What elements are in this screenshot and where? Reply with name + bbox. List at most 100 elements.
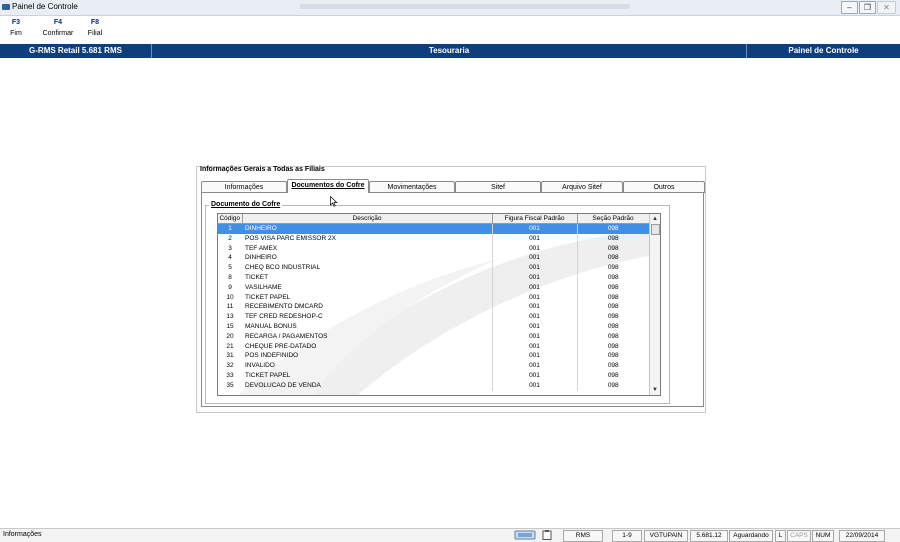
column-header-descricao[interactable]: Descrição [242,214,493,224]
tab-strip: Informações Documentos do Cofre Moviment… [201,179,705,193]
cell-secao: 098 [576,223,649,234]
table-row[interactable]: 2 POS VISA PARC EMISSOR 2X 001 098 [218,233,649,244]
cell-codigo: 35 [226,381,234,389]
cell-secao: 098 [576,233,649,244]
table-row[interactable]: 9 VASILHAME 001 098 [218,282,649,293]
cell-descricao: DEVOLUCAO DE VENDA [245,381,321,389]
cell-descricao: POS VISA PARC EMISSOR 2X [245,234,336,242]
cell-figura-fiscal: 001 [491,341,577,352]
window-title: Painel de Controle [12,2,78,11]
cell-descricao: CHEQ BCO INDUSTRIAL [245,264,321,272]
cell-descricao: CHEQUE PRE-DATADO [245,342,317,350]
cell-codigo: 8 [228,273,232,281]
cell-descricao: MANUAL BONUS [245,322,297,330]
cell-secao: 098 [576,243,649,254]
cell-secao: 098 [576,321,649,332]
table-row[interactable]: 35 DEVOLUCAO DE VENDA 001 098 [218,380,649,391]
cell-secao: 098 [576,361,649,371]
cell-secao: 098 [576,351,649,362]
table-row[interactable]: 1 DINHEIRO 001 098 [218,223,649,234]
table-row[interactable]: 33 TICKET PAPEL 001 098 [218,370,649,381]
cell-codigo: 2 [228,234,232,242]
status-program: VGTUPAIN [644,530,688,542]
group-title: Documento do Cofre [209,201,283,208]
clipboard-icon [542,530,552,540]
fkey-code: F8 [90,19,100,26]
app-icon [2,4,10,10]
fkey-code: F4 [53,19,63,26]
fkey-filial[interactable]: F8 Filial [84,17,106,39]
cell-codigo: 31 [226,352,234,360]
header-module: Tesouraria [428,46,470,55]
cell-descricao: RECARGA / PAGAMENTOS [245,332,328,340]
table-row[interactable]: 3 TEF AMEX 001 098 [218,243,649,254]
scroll-down-icon[interactable]: ▼ [650,386,660,394]
column-header-secao[interactable]: Seção Padrão [577,214,650,224]
table-row[interactable]: 4 DINHEIRO 001 098 [218,253,649,264]
table-row[interactable]: 21 CHEQUE PRE-DATADO 001 098 [218,341,649,352]
cell-descricao: DINHEIRO [242,223,492,234]
table-row[interactable]: 20 RECARGA / PAGAMENTOS 001 098 [218,331,649,342]
status-date: 22/09/2014 [839,530,885,542]
cell-codigo: 10 [226,293,234,301]
cell-secao: 098 [576,292,649,303]
table-row[interactable]: 5 CHEQ BCO INDUSTRIAL 001 098 [218,263,649,273]
status-message: Informações [3,531,42,538]
table-row[interactable]: 32 INVALIDO 001 098 [218,361,649,371]
table-row[interactable]: 11 RECEBIMENTO DMCARD 001 098 [218,302,649,313]
table-row[interactable]: 10 TICKET PAPEL 001 098 [218,292,649,303]
cell-secao: 098 [576,380,649,391]
cell-figura-fiscal: 001 [491,233,577,244]
status-l: L [775,530,786,542]
cell-codigo: 33 [226,371,234,379]
title-bar: Painel de Controle – ❐ ✕ [0,0,900,16]
scroll-up-icon[interactable]: ▲ [650,215,660,223]
cell-codigo: 20 [226,332,234,340]
documents-table: Código Descrição Figura Fiscal Padrão Se… [218,214,650,391]
cell-codigo: 21 [226,342,234,350]
fkey-confirmar[interactable]: F4 Confirmar [36,17,80,39]
network-icon [514,530,536,540]
status-caps: CAPS [787,530,811,542]
cell-figura-fiscal: 001 [491,351,577,362]
column-header-figura-fiscal[interactable]: Figura Fiscal Padrão [492,214,578,224]
function-key-bar: F3 Fim F4 Confirmar F8 Filial [0,17,900,42]
cell-codigo: 11 [226,303,234,311]
cell-codigo: 4 [228,254,232,262]
documents-grid[interactable]: Código Descrição Figura Fiscal Padrão Se… [217,213,661,396]
cell-descricao: TICKET [245,273,269,281]
header-screen: Painel de Controle [788,46,859,55]
fkey-label: Filial [87,30,103,37]
restore-button[interactable]: ❐ [859,1,876,14]
scroll-thumb[interactable] [651,224,660,235]
cell-figura-fiscal: 001 [491,380,577,391]
fkey-label: Confirmar [42,30,74,37]
cell-secao: 098 [576,253,649,264]
cell-figura-fiscal: 001 [491,243,577,254]
cell-figura-fiscal: 001 [491,321,577,332]
panel-title: Informações Gerais a Todas as Filiais [200,166,325,173]
cell-figura-fiscal: 001 [491,331,577,342]
status-version: 5.681.12 [690,530,728,542]
mouse-pointer-icon [330,196,338,207]
cell-secao: 098 [576,272,649,283]
table-row[interactable]: 8 TICKET 001 098 [218,272,649,283]
cell-figura-fiscal: 001 [491,361,577,371]
cell-descricao: TEF AMEX [245,244,278,252]
header-app-version: G-RMS Retail 5.681 RMS [29,46,122,55]
minimize-button[interactable]: – [841,1,858,14]
title-bar-blurred-text [300,4,630,9]
fkey-fim[interactable]: F3 Fim [4,17,28,39]
close-button[interactable]: ✕ [877,1,896,14]
tab-documentos-do-cofre[interactable]: Documentos do Cofre [287,179,369,193]
table-row[interactable]: 15 MANUAL BONUS 001 098 [218,321,649,332]
cell-figura-fiscal: 001 [491,272,577,283]
cell-secao: 098 [576,302,649,313]
vertical-scrollbar[interactable]: ▲ ▼ [649,214,660,395]
cell-descricao: DINHEIRO [245,254,277,262]
table-row[interactable]: 31 POS INDEFINIDO 001 098 [218,351,649,362]
column-header-codigo[interactable]: Código [218,214,243,224]
cell-descricao: TEF CRED REDESHOP-C [245,313,323,321]
table-row[interactable]: 13 TEF CRED REDESHOP-C 001 098 [218,312,649,322]
cell-descricao: INVALIDO [245,362,275,370]
